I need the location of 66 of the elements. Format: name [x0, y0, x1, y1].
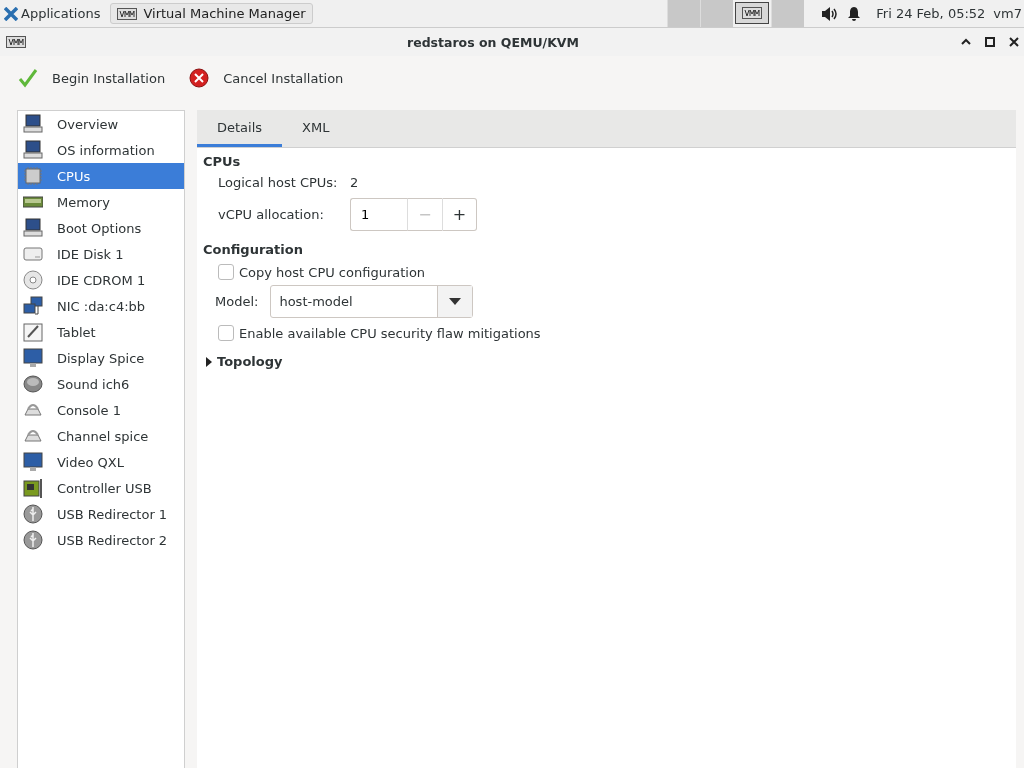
sidebar-item[interactable]: USB Redirector 1 [18, 501, 184, 527]
computer-icon [23, 140, 43, 160]
section-heading: CPUs [203, 154, 242, 169]
tab[interactable]: XML [282, 110, 350, 147]
applications-menu[interactable]: Applications [0, 6, 107, 21]
volume-icon [821, 5, 838, 22]
section-heading: Configuration [203, 242, 304, 257]
user-name[interactable]: vm7 [993, 6, 1022, 21]
window-title: redstaros on QEMU/KVM [406, 34, 580, 50]
field-label: Model: [215, 294, 259, 309]
computer-icon [23, 114, 43, 134]
maximize-button[interactable] [984, 36, 996, 48]
sidebar-item[interactable]: NIC :da:c4:bb [18, 293, 184, 319]
sidebar-item[interactable]: IDE CDROM 1 [18, 267, 184, 293]
sidebar-item[interactable]: Sound ich6 [18, 371, 184, 397]
tablet-icon [23, 322, 43, 342]
tab[interactable]: Details [197, 110, 283, 147]
cancel-icon [189, 68, 210, 88]
model-combo-box[interactable]: host-model [270, 285, 474, 318]
sidebar-item[interactable]: Memory [18, 189, 184, 215]
sidebar-item[interactable]: USB Redirector 2 [18, 527, 184, 553]
sidebar-item[interactable]: IDE Disk 1 [18, 241, 184, 267]
clock[interactable]: Fri 24 Feb, 05:52 [876, 6, 986, 21]
sidebar-item[interactable]: Boot Options [18, 215, 184, 241]
monitor-icon [23, 452, 43, 472]
checkbox-label: Copy host CPU configuration [239, 264, 426, 280]
bell-icon [847, 5, 862, 22]
checkbox-label: Enable available CPU security flaw mitigations [239, 325, 541, 341]
sidebar-item[interactable]: CPUs [18, 163, 184, 189]
field-value: 2 [350, 175, 359, 190]
field-label: Logical host CPUs: [218, 175, 338, 190]
sidebar-item[interactable]: Tablet [18, 319, 184, 345]
field-label: vCPU allocation: [218, 207, 325, 222]
collapsed-arrow-icon [205, 356, 213, 367]
monitor-icon [23, 348, 43, 368]
sidebar-item[interactable]: Console 1 [18, 397, 184, 423]
checkmark-icon [18, 68, 38, 88]
usb-icon [23, 530, 43, 550]
virtual-machine-icon [117, 6, 138, 21]
chip-icon [23, 166, 43, 186]
network-icon [23, 296, 43, 316]
disc-icon [23, 270, 43, 290]
dropdown-arrow-icon [449, 298, 462, 305]
spin-field[interactable]: 1 [350, 198, 407, 231]
cancel-installation-button[interactable]: Cancel Installation [181, 62, 352, 94]
checkbox[interactable] [218, 264, 234, 280]
topology-expander[interactable]: Topology [203, 354, 283, 369]
computer-icon [23, 218, 43, 238]
speaker-icon [23, 374, 43, 394]
sidebar-item[interactable]: OS information [18, 137, 184, 163]
checkbox[interactable] [218, 325, 234, 341]
sidebar-item[interactable]: Display Spice [18, 345, 184, 371]
expansion-card-icon [23, 478, 43, 498]
sidebar-item[interactable]: Video QXL [18, 449, 184, 475]
virtual-machine-icon [6, 35, 26, 49]
usb-icon [23, 504, 43, 524]
sidebar-item[interactable]: Overview [18, 111, 184, 137]
taskbar-button[interactable]: Virtual Machine Manager [110, 3, 313, 24]
x-logo-icon [4, 6, 18, 21]
begin-installation-button[interactable]: Begin Installation [10, 62, 174, 94]
workspace-button[interactable] [735, 2, 770, 24]
sidebar-item[interactable]: Controller USB [18, 475, 184, 501]
sidebar-item[interactable]: Channel spice [18, 423, 184, 449]
increment-button[interactable]: + [442, 198, 477, 231]
virtual-machine-icon [742, 6, 763, 20]
close-button[interactable] [1008, 36, 1020, 48]
